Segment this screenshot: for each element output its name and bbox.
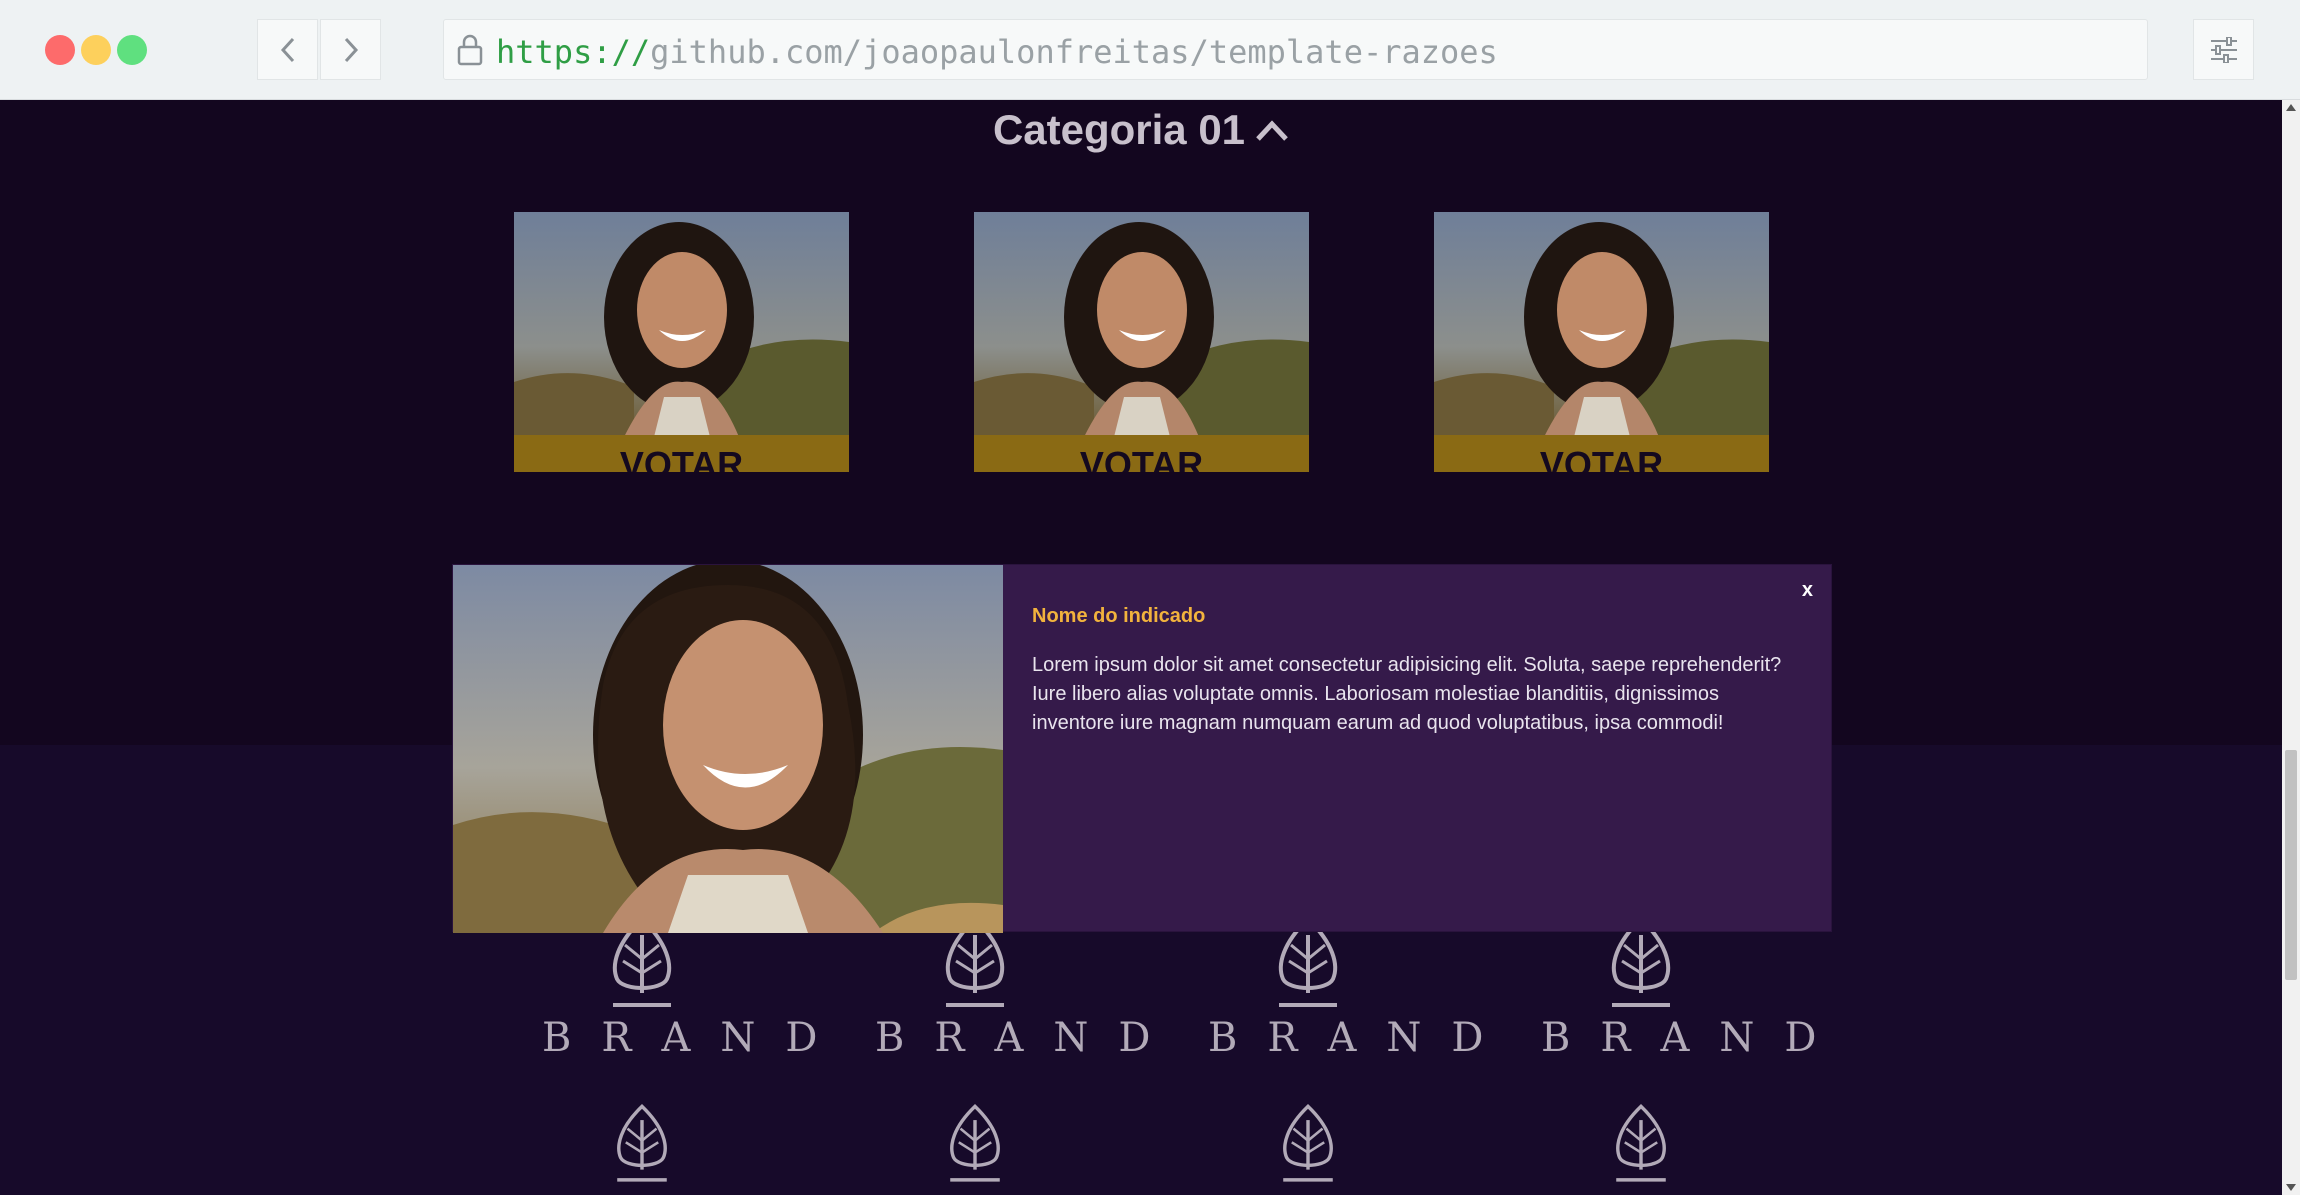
candidate-card: VOTAR <box>1434 212 1769 472</box>
sliders-icon <box>2210 36 2237 63</box>
browser-toolbar: https://github.com/joaopaulonfreitas/tem… <box>0 0 2300 100</box>
candidate-modal: x Nome do indicado Lorem ipsum dolor sit… <box>452 564 1832 933</box>
sponsor-logo[interactable]: BRAND <box>512 915 848 1061</box>
page-scrollbar[interactable] <box>2282 100 2300 1195</box>
candidate-name: Nome do indicado <box>1032 605 1206 627</box>
scroll-down-arrow[interactable] <box>2286 1184 2296 1191</box>
close-window-button[interactable] <box>45 35 75 65</box>
forward-button[interactable] <box>320 19 381 80</box>
leaf-icon <box>950 1104 1000 1182</box>
chevron-up-icon[interactable] <box>1255 115 1289 145</box>
chevron-left-icon <box>280 37 294 62</box>
chevron-right-icon <box>344 37 358 62</box>
category-title: Categoria 01 <box>992 106 1246 153</box>
leaf-icon <box>617 1104 667 1182</box>
url-text: https://github.com/joaopaulonfreitas/tem… <box>496 33 1498 71</box>
maximize-window-button[interactable] <box>117 35 147 65</box>
leaf-icon <box>1283 1104 1333 1182</box>
lock-icon <box>457 34 483 66</box>
scroll-up-arrow[interactable] <box>2286 104 2296 111</box>
category-header[interactable]: Categoria 01 <box>0 106 2282 154</box>
leaf-icon <box>1616 1104 1666 1182</box>
candidate-modal-photo <box>453 565 1003 933</box>
address-bar[interactable]: https://github.com/joaopaulonfreitas/tem… <box>443 19 2148 80</box>
sponsor-logo[interactable] <box>845 1103 1105 1189</box>
sponsor-logo[interactable]: BRAND <box>1178 915 1514 1061</box>
brand-label: BRAND <box>1541 1015 1847 1061</box>
vote-button[interactable]: VOTAR <box>974 435 1309 472</box>
candidate-photo <box>974 212 1309 437</box>
sponsor-logo[interactable]: BRAND <box>845 915 1181 1061</box>
back-button[interactable] <box>257 19 318 80</box>
brand-label: BRAND <box>1208 1015 1514 1061</box>
sponsor-logo[interactable] <box>512 1103 772 1189</box>
candidate-description: Lorem ipsum dolor sit amet consectetur a… <box>1032 654 1782 734</box>
sponsor-logo[interactable] <box>1511 1103 1771 1189</box>
brand-label: BRAND <box>542 1015 848 1061</box>
vote-button[interactable]: VOTAR <box>514 435 849 472</box>
candidate-card: VOTAR <box>974 212 1309 472</box>
sponsor-logo[interactable]: BRAND <box>1511 915 1847 1061</box>
page-content: Categoria 01 VOTAR VOTAR VOTAR BRAND BRA… <box>0 100 2282 1195</box>
candidate-card: VOTAR <box>514 212 849 472</box>
brand-label: BRAND <box>875 1015 1181 1061</box>
candidate-photo <box>1434 212 1769 437</box>
candidate-photo <box>514 212 849 437</box>
close-modal-button[interactable]: x <box>1802 579 1813 602</box>
scroll-thumb[interactable] <box>2285 750 2297 980</box>
settings-button[interactable] <box>2193 19 2254 80</box>
minimize-window-button[interactable] <box>81 35 111 65</box>
sponsor-logo[interactable] <box>1178 1103 1438 1189</box>
vote-button[interactable]: VOTAR <box>1434 435 1769 472</box>
